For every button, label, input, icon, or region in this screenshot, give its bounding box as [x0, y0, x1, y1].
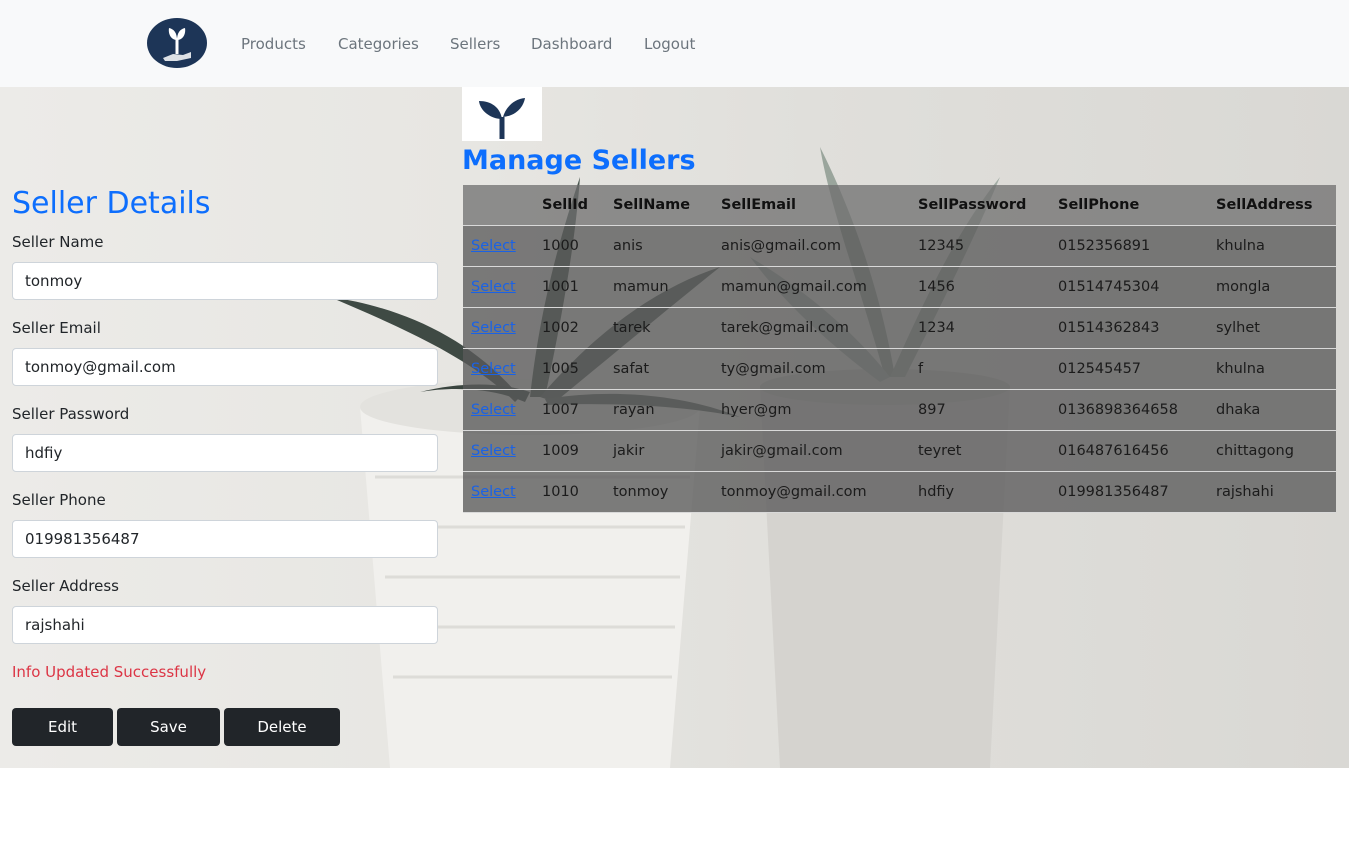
table-row: Select 1010 tonmoy tonmoy@gmail.com hdfi… — [463, 471, 1336, 513]
seller-password-input[interactable] — [12, 434, 438, 472]
cell-selladdress: dhaka — [1208, 389, 1336, 431]
sprout-icon — [462, 87, 542, 141]
cell-sellphone: 0136898364658 — [1050, 389, 1208, 431]
manage-sellers-title: Manage Sellers — [462, 145, 696, 176]
sellers-table: SellId SellName SellEmail SellPassword S… — [463, 185, 1336, 513]
select-link[interactable]: Select — [471, 484, 516, 500]
cell-sellemail: hyer@gm — [713, 389, 910, 431]
cell-selladdress: rajshahi — [1208, 471, 1336, 513]
table-row: Select 1001 mamun mamun@gmail.com 1456 0… — [463, 266, 1336, 308]
cell-sellemail: tarek@gmail.com — [713, 307, 910, 349]
table-row: Select 1007 rayan hyer@gm 897 0136898364… — [463, 389, 1336, 431]
table-row: Select 1000 anis anis@gmail.com 12345 01… — [463, 225, 1336, 267]
seller-details-title: Seller Details — [12, 186, 211, 221]
cell-selladdress: chittagong — [1208, 430, 1336, 472]
cell-sellname: anis — [605, 225, 713, 267]
table-header-sellpassword: SellPassword — [910, 185, 1050, 226]
plant-hand-icon[interactable] — [147, 18, 207, 68]
select-link[interactable]: Select — [471, 279, 516, 295]
status-message: Info Updated Successfully — [12, 663, 207, 681]
cell-selladdress: khulna — [1208, 225, 1336, 267]
edit-button[interactable]: Edit — [12, 708, 113, 746]
cell-sellphone: 01514362843 — [1050, 307, 1208, 349]
seller-address-label: Seller Address — [12, 577, 119, 595]
table-header-row: SellId SellName SellEmail SellPassword S… — [463, 185, 1336, 226]
cell-sellphone: 016487616456 — [1050, 430, 1208, 472]
nav-link-logout[interactable]: Logout — [644, 34, 695, 54]
nav-link-categories[interactable]: Categories — [338, 34, 419, 54]
cell-sellid: 1002 — [534, 307, 605, 349]
seller-name-input[interactable] — [12, 262, 438, 300]
table-header-select — [463, 185, 534, 226]
nav-link-dashboard[interactable]: Dashboard — [531, 34, 612, 54]
cell-sellname: tonmoy — [605, 471, 713, 513]
cell-sellphone: 0152356891 — [1050, 225, 1208, 267]
cell-sellemail: jakir@gmail.com — [713, 430, 910, 472]
cell-sellpassword: teyret — [910, 430, 1050, 472]
table-header-selladdress: SellAddress — [1208, 185, 1336, 226]
cell-sellid: 1009 — [534, 430, 605, 472]
cell-sellpassword: 1456 — [910, 266, 1050, 308]
cell-selladdress: khulna — [1208, 348, 1336, 390]
cell-sellpassword: f — [910, 348, 1050, 390]
cell-sellemail: ty@gmail.com — [713, 348, 910, 390]
cell-sellphone: 019981356487 — [1050, 471, 1208, 513]
cell-selladdress: mongla — [1208, 266, 1336, 308]
table-row: Select 1005 safat ty@gmail.com f 0125454… — [463, 348, 1336, 390]
select-link[interactable]: Select — [471, 361, 516, 377]
cell-sellid: 1005 — [534, 348, 605, 390]
nav-link-sellers[interactable]: Sellers — [450, 34, 500, 54]
table-header-sellemail: SellEmail — [713, 185, 910, 226]
cell-sellpassword: 1234 — [910, 307, 1050, 349]
seller-address-input[interactable] — [12, 606, 438, 644]
select-link[interactable]: Select — [471, 320, 516, 336]
cell-sellname: rayan — [605, 389, 713, 431]
table-row: Select 1002 tarek tarek@gmail.com 1234 0… — [463, 307, 1336, 349]
save-button[interactable]: Save — [117, 708, 220, 746]
select-link[interactable]: Select — [471, 443, 516, 459]
cell-sellname: mamun — [605, 266, 713, 308]
cell-sellname: jakir — [605, 430, 713, 472]
select-link[interactable]: Select — [471, 402, 516, 418]
select-link[interactable]: Select — [471, 238, 516, 254]
cell-sellemail: mamun@gmail.com — [713, 266, 910, 308]
table-header-sellphone: SellPhone — [1050, 185, 1208, 226]
nav-link-products[interactable]: Products — [241, 34, 306, 54]
seller-email-input[interactable] — [12, 348, 438, 386]
cell-sellid: 1001 — [534, 266, 605, 308]
cell-sellphone: 01514745304 — [1050, 266, 1208, 308]
cell-sellid: 1000 — [534, 225, 605, 267]
cell-selladdress: sylhet — [1208, 307, 1336, 349]
cell-sellname: tarek — [605, 307, 713, 349]
seller-password-label: Seller Password — [12, 405, 130, 423]
cell-sellemail: anis@gmail.com — [713, 225, 910, 267]
cell-sellemail: tonmoy@gmail.com — [713, 471, 910, 513]
cell-sellname: safat — [605, 348, 713, 390]
seller-phone-input[interactable] — [12, 520, 438, 558]
navbar: Products Categories Sellers Dashboard Lo… — [0, 0, 1349, 87]
seller-email-label: Seller Email — [12, 319, 101, 337]
seller-phone-label: Seller Phone — [12, 491, 106, 509]
cell-sellphone: 012545457 — [1050, 348, 1208, 390]
cell-sellpassword: 897 — [910, 389, 1050, 431]
cell-sellpassword: 12345 — [910, 225, 1050, 267]
table-row: Select 1009 jakir jakir@gmail.com teyret… — [463, 430, 1336, 472]
table-header-sellid: SellId — [534, 185, 605, 226]
seller-name-label: Seller Name — [12, 233, 104, 251]
table-header-sellname: SellName — [605, 185, 713, 226]
cell-sellpassword: hdfiy — [910, 471, 1050, 513]
cell-sellid: 1007 — [534, 389, 605, 431]
cell-sellid: 1010 — [534, 471, 605, 513]
delete-button[interactable]: Delete — [224, 708, 340, 746]
